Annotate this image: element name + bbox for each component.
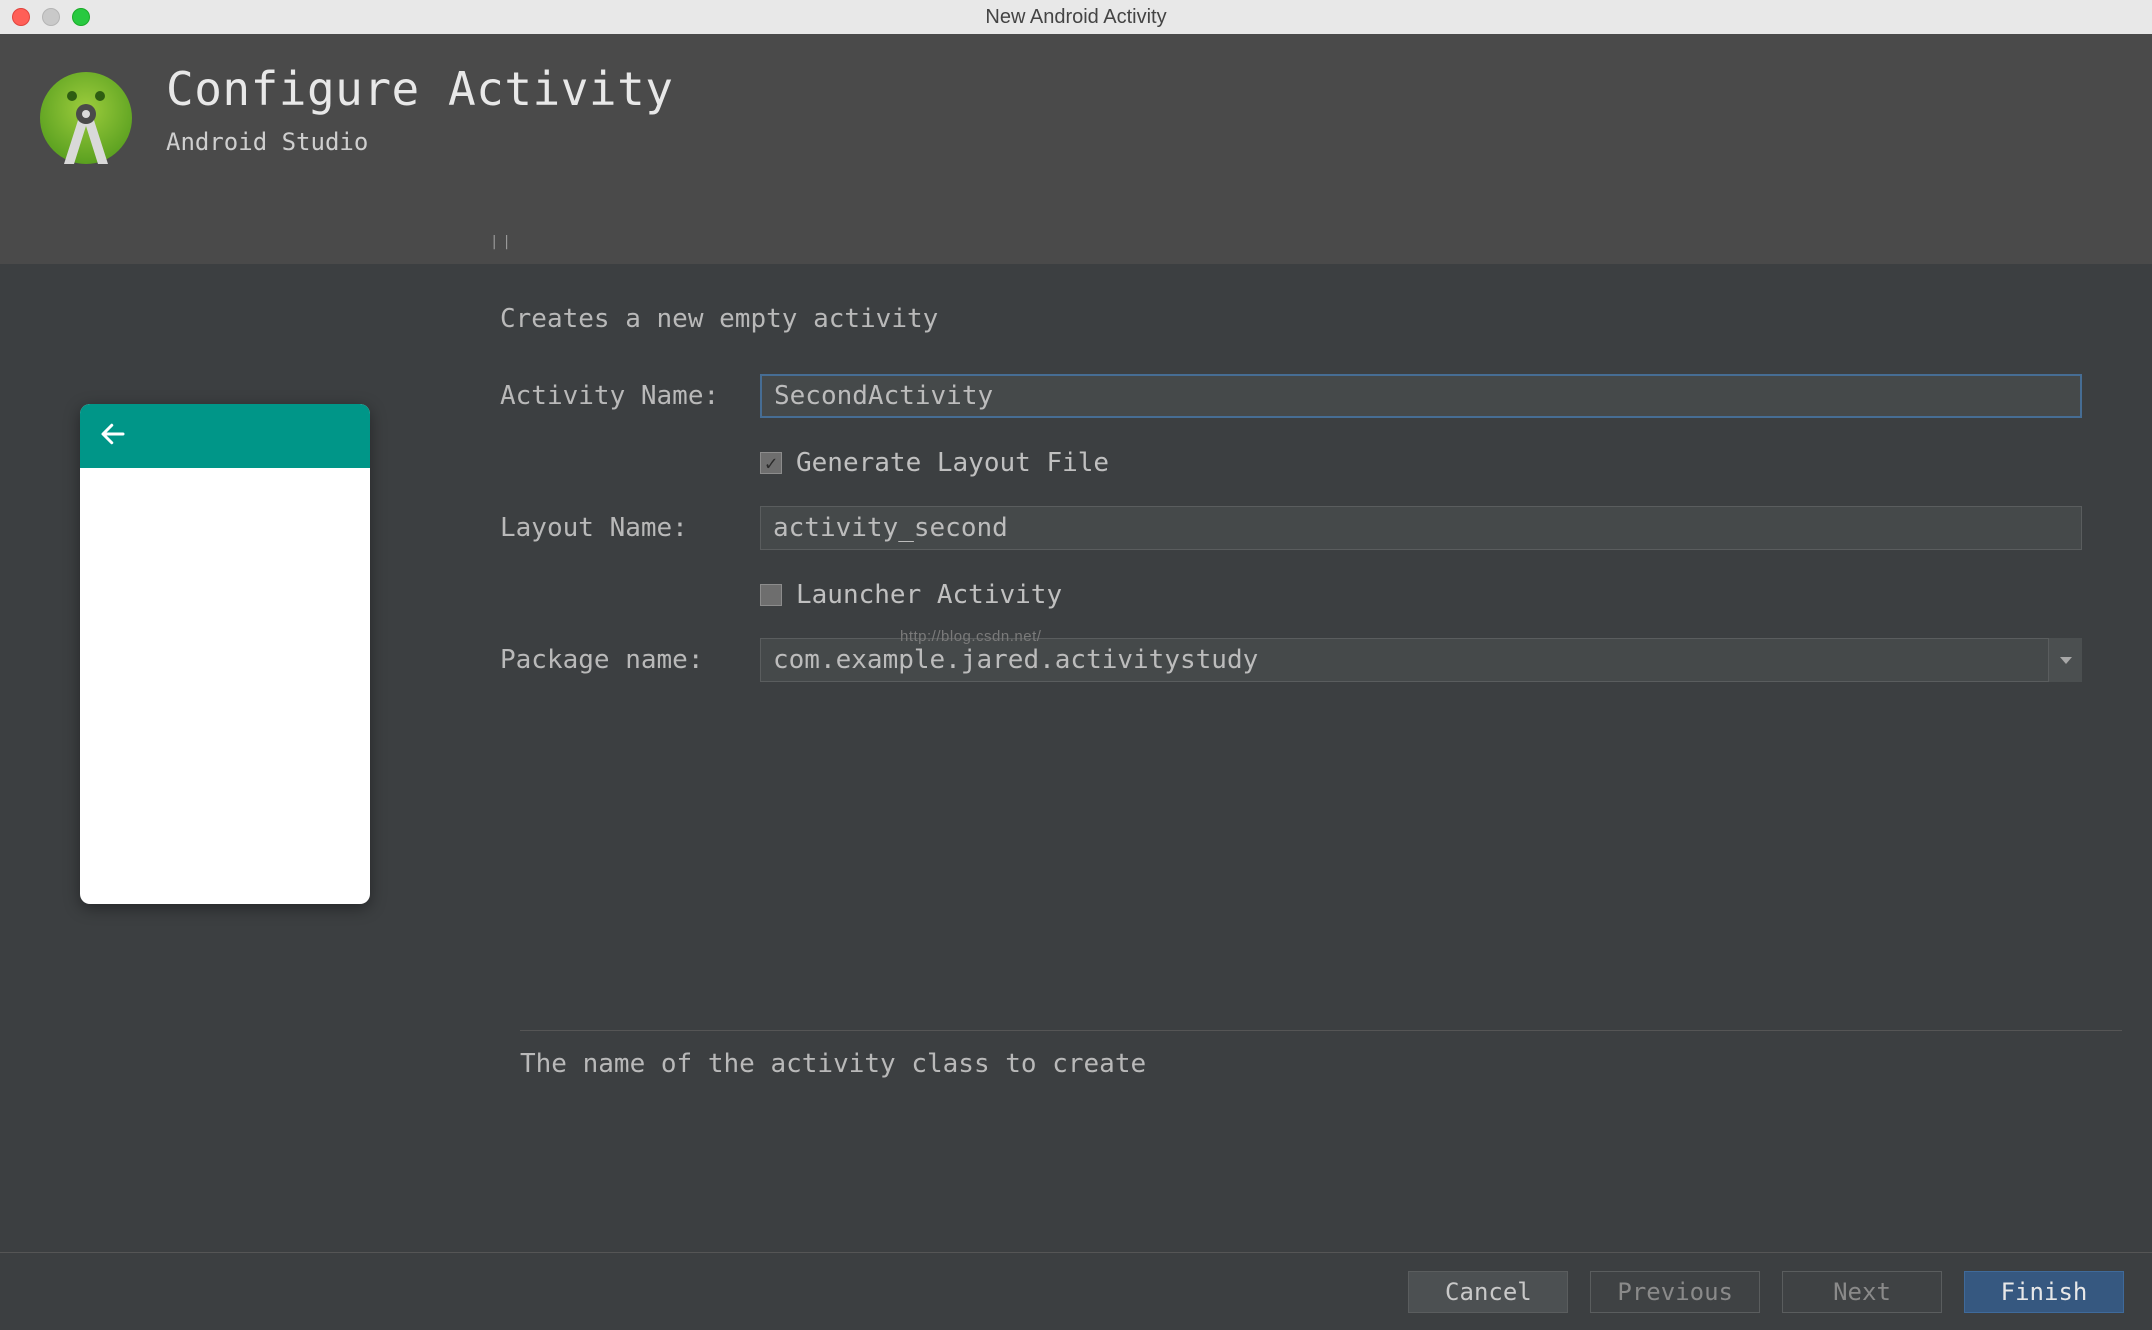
- finish-button[interactable]: Finish: [1964, 1271, 2124, 1313]
- generate-layout-checkbox[interactable]: [760, 452, 782, 474]
- window-maximize-button[interactable]: [72, 8, 90, 26]
- package-name-dropdown-button[interactable]: [2048, 638, 2082, 682]
- resize-grip: ||: [490, 234, 515, 250]
- activity-name-input[interactable]: [760, 374, 2082, 418]
- wizard-title: Configure Activity: [166, 62, 674, 116]
- launcher-activity-checkbox[interactable]: [760, 584, 782, 606]
- launcher-activity-label: Launcher Activity: [796, 580, 1062, 610]
- window-minimize-button[interactable]: [42, 8, 60, 26]
- android-studio-logo-icon: [36, 68, 136, 168]
- next-button[interactable]: Next: [1782, 1271, 1942, 1313]
- activity-name-label: Activity Name:: [500, 381, 760, 411]
- generate-layout-label: Generate Layout File: [796, 448, 1109, 478]
- form-column: Creates a new empty activity Activity Na…: [500, 304, 2122, 904]
- preview-column: [80, 304, 420, 904]
- titlebar: New Android Activity: [0, 0, 2152, 34]
- layout-name-label: Layout Name:: [500, 513, 760, 543]
- wizard-footer: Cancel Previous Next Finish: [0, 1252, 2152, 1330]
- help-separator: [520, 1030, 2122, 1031]
- back-arrow-icon: [98, 419, 128, 453]
- previous-button[interactable]: Previous: [1590, 1271, 1760, 1313]
- activity-preview: [80, 404, 370, 904]
- preview-appbar: [80, 404, 370, 468]
- layout-name-input[interactable]: [760, 506, 2082, 550]
- window-close-button[interactable]: [12, 8, 30, 26]
- help-text: The name of the activity class to create: [520, 1049, 2122, 1079]
- wizard-subtitle: Android Studio: [166, 128, 674, 156]
- wizard-header: Configure Activity Android Studio ||: [0, 34, 2152, 264]
- wizard-body: Creates a new empty activity Activity Na…: [0, 264, 2152, 904]
- form-description: Creates a new empty activity: [500, 304, 2082, 334]
- window-title: New Android Activity: [0, 6, 2152, 29]
- watermark-text: http://blog.csdn.net/: [900, 628, 1041, 645]
- package-name-label: Package name:: [500, 645, 760, 675]
- window-controls: [12, 8, 90, 26]
- cancel-button[interactable]: Cancel: [1408, 1271, 1568, 1313]
